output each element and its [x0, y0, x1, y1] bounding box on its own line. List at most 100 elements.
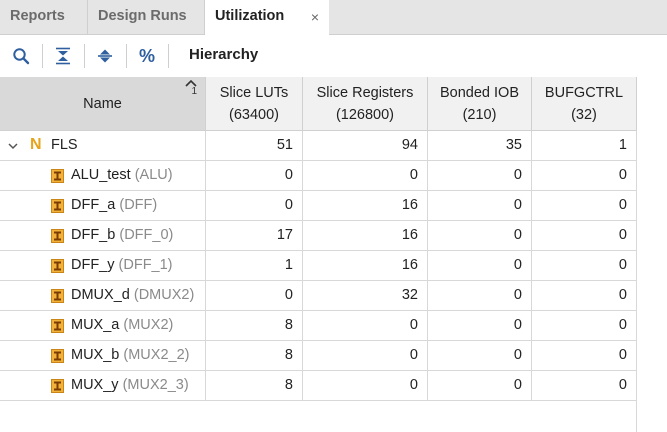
close-icon[interactable]: × [307, 9, 323, 25]
column-title: BUFGCTRL [544, 85, 624, 101]
value-cell: 0 [428, 191, 532, 221]
column-header-name-title: Name [83, 96, 122, 112]
module-type: (MUX2_2) [123, 347, 190, 363]
instance-icon [51, 199, 64, 213]
module-type: (ALU) [134, 167, 173, 183]
value-cell: 51 [206, 131, 303, 161]
toolbar-separator [168, 44, 169, 68]
value-cell: 35 [428, 131, 532, 161]
instance-name: MUX_b [71, 347, 120, 363]
column-header-bonded-iob[interactable]: Bonded IOB (210) [428, 77, 532, 131]
value-cell: 0 [532, 371, 637, 401]
value-cell: 0 [206, 281, 303, 311]
name-cell: DFF_a (DFF) [0, 191, 206, 221]
column-subtitle: (126800) [335, 107, 395, 123]
instance-name: MUX_a [71, 317, 120, 333]
table-row-root[interactable]: N FLS 51 94 35 1 [0, 131, 637, 161]
value-cell: 16 [303, 221, 428, 251]
table-row[interactable]: DFF_a (DFF) 0 16 0 0 [0, 191, 637, 221]
value-cell: 8 [206, 371, 303, 401]
module-type: (MUX2_3) [122, 377, 189, 393]
instance-name: MUX_y [71, 377, 119, 393]
module-label: DMUX_d (DMUX2) [71, 281, 194, 310]
tab-bar: Reports Design Runs Utilization × [0, 0, 667, 35]
value-cell: 0 [428, 251, 532, 281]
value-cell: 0 [532, 191, 637, 221]
name-cell: DMUX_d (DMUX2) [0, 281, 206, 311]
instance-icon [51, 259, 64, 273]
column-title: Slice Registers [316, 85, 414, 101]
value-cell: 0 [428, 281, 532, 311]
instance-icon [51, 349, 64, 363]
instance-icon [51, 289, 64, 303]
module-type: (MUX2) [123, 317, 174, 333]
value-cell: 0 [303, 371, 428, 401]
table-right-gutter [637, 77, 667, 432]
table-row[interactable]: DMUX_d (DMUX2) 0 32 0 0 [0, 281, 637, 311]
column-subtitle: (63400) [229, 107, 279, 123]
value-cell: 8 [206, 311, 303, 341]
module-label: MUX_a (MUX2) [71, 311, 173, 340]
value-cell: 8 [206, 341, 303, 371]
column-header-slice-registers[interactable]: Slice Registers (126800) [303, 77, 428, 131]
instance-name: ALU_test [71, 167, 131, 183]
value-cell: 0 [532, 161, 637, 191]
hierarchy-label: Hierarchy [189, 46, 259, 63]
name-cell: DFF_y (DFF_1) [0, 251, 206, 281]
percent-icon: % [138, 45, 155, 66]
value-cell: 32 [303, 281, 428, 311]
value-cell: 0 [206, 161, 303, 191]
value-cell: 0 [303, 311, 428, 341]
module-name: FLS [51, 137, 78, 153]
table-row[interactable]: MUX_y (MUX2_3) 8 0 0 0 [0, 371, 637, 401]
collapse-all-icon [56, 47, 70, 65]
chevron-down-icon[interactable] [7, 140, 19, 152]
name-cell: MUX_y (MUX2_3) [0, 371, 206, 401]
instance-icon [51, 169, 64, 183]
instance-name: DFF_a [71, 197, 116, 213]
value-cell: 1 [532, 131, 637, 161]
module-type: (DFF_1) [118, 257, 173, 273]
table-row[interactable]: ALU_test (ALU) 0 0 0 0 [0, 161, 637, 191]
table-row[interactable]: DFF_y (DFF_1) 1 16 0 0 [0, 251, 637, 281]
value-cell: 0 [428, 371, 532, 401]
value-cell: 0 [303, 161, 428, 191]
collapse-all-button[interactable] [50, 43, 76, 69]
instance-icon [51, 319, 64, 333]
value-cell: 0 [428, 161, 532, 191]
value-cell: 16 [303, 191, 428, 221]
search-button[interactable] [8, 43, 34, 69]
instance-name: DMUX_d [71, 287, 130, 303]
name-cell: MUX_a (MUX2) [0, 311, 206, 341]
value-cell: 94 [303, 131, 428, 161]
sort-index: 1 [191, 86, 197, 97]
module-label: DFF_a (DFF) [71, 191, 157, 220]
value-cell: 0 [532, 281, 637, 311]
name-cell: MUX_b (MUX2_2) [0, 341, 206, 371]
value-cell: 16 [303, 251, 428, 281]
value-cell: 0 [206, 191, 303, 221]
module-type: (DFF_0) [119, 227, 174, 243]
tab-reports[interactable]: Reports [0, 0, 88, 34]
toolbar-separator [84, 44, 85, 68]
instance-name: DFF_y [71, 257, 115, 273]
tab-design-runs[interactable]: Design Runs [88, 0, 205, 34]
table-row[interactable]: DFF_b (DFF_0) 17 16 0 0 [0, 221, 637, 251]
table-row[interactable]: MUX_b (MUX2_2) 8 0 0 0 [0, 341, 637, 371]
module-label: DFF_y (DFF_1) [71, 251, 173, 280]
instance-icon [51, 229, 64, 243]
table-empty-area [0, 401, 637, 432]
sort-indicator: 1 [185, 79, 197, 97]
expand-all-button[interactable] [92, 43, 118, 69]
column-header-bufgctrl[interactable]: BUFGCTRL (32) [532, 77, 637, 131]
name-cell: DFF_b (DFF_0) [0, 221, 206, 251]
name-cell: ALU_test (ALU) [0, 161, 206, 191]
percent-button[interactable]: % [134, 43, 160, 69]
module-type: (DMUX2) [133, 287, 195, 303]
table-row[interactable]: MUX_a (MUX2) 8 0 0 0 [0, 311, 637, 341]
column-header-name[interactable]: Name 1 [0, 77, 206, 131]
column-title: Slice LUTs [219, 85, 289, 101]
column-header-slice-luts[interactable]: Slice LUTs (63400) [206, 77, 303, 131]
value-cell: 0 [303, 341, 428, 371]
tab-utilization-label: Utilization [215, 8, 285, 24]
